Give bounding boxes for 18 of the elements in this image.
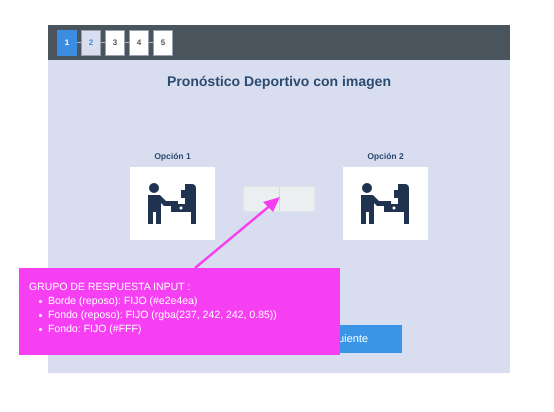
person-at-machine-icon bbox=[360, 182, 412, 224]
bullet-icon bbox=[39, 328, 42, 331]
annotation-item: Fondo: FIJO (#FFF) bbox=[48, 322, 142, 336]
step-tab[interactable]: 3 bbox=[105, 30, 125, 56]
bullet-icon bbox=[39, 314, 42, 317]
page-title: Pronóstico Deportivo con imagen bbox=[166, 72, 392, 91]
annotation-item: Fondo (reposo): FIJO (rgba(237, 242, 242, 0.85)) bbox=[48, 308, 277, 322]
option-label: Opción 2 bbox=[367, 150, 404, 163]
option-card[interactable] bbox=[343, 166, 428, 240]
step-tab[interactable]: 4 bbox=[129, 30, 149, 56]
option-label: Opción 1 bbox=[154, 150, 191, 163]
step-tab[interactable]: 5 bbox=[153, 30, 173, 56]
input-group[interactable] bbox=[243, 186, 315, 212]
option-card[interactable] bbox=[130, 166, 215, 240]
bullet-icon bbox=[39, 300, 42, 303]
annotation-item: Borde (reposo): FIJO (#e2e4ea) bbox=[48, 294, 198, 308]
annotation-title: GRUPO DE RESPUESTA INPUT : bbox=[29, 280, 192, 294]
person-at-machine-icon bbox=[146, 182, 198, 224]
